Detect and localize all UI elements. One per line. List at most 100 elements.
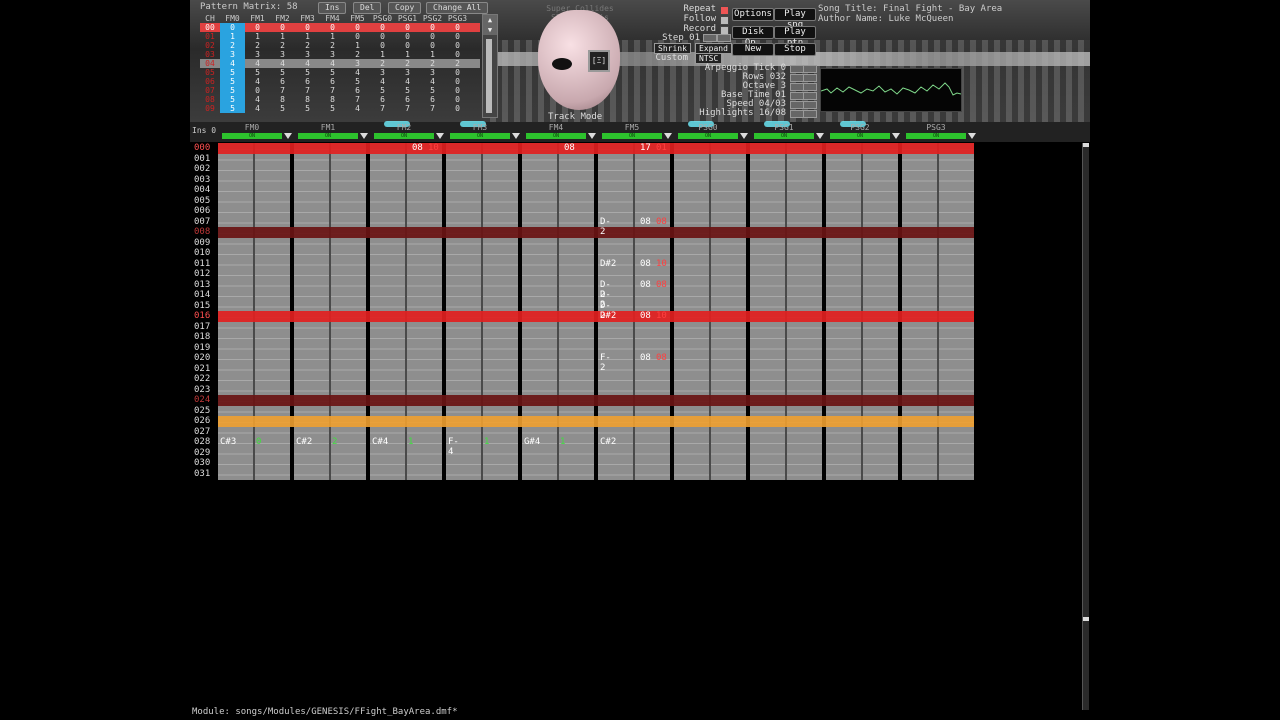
matrix-row[interactable]: 09 5 4 5 5 5 4 7 7 7 0 — [200, 104, 480, 113]
matrix-cell[interactable]: 2 — [220, 41, 245, 50]
matrix-cell[interactable]: 1 — [420, 50, 445, 59]
repeat-checkbox[interactable] — [720, 6, 729, 15]
matrix-cell[interactable]: 4 — [245, 104, 270, 113]
note-cell[interactable]: C#2 — [600, 437, 616, 447]
channel-header-fm4[interactable]: FM4 ON — [526, 123, 598, 141]
note-cell[interactable]: C#4 — [372, 437, 388, 447]
matrix-del-button[interactable]: Del — [353, 2, 382, 14]
note-cell[interactable]: 08 — [564, 143, 575, 153]
note-cell[interactable]: G#4 — [524, 437, 540, 447]
note-cell[interactable]: 10 — [428, 143, 439, 153]
channel-on-toggle[interactable]: ON — [754, 133, 814, 139]
speed-up-button[interactable] — [803, 101, 817, 109]
matrix-scroll-track[interactable] — [486, 39, 492, 113]
channel-header-psg2[interactable]: PSG2 ON — [830, 121, 902, 141]
note-cell[interactable]: 1 — [560, 437, 565, 447]
matrix-cell[interactable]: 5 — [245, 68, 270, 77]
arpeggio-up-button[interactable] — [803, 65, 817, 73]
matrix-cell[interactable]: 2 — [445, 59, 470, 68]
matrix-cell[interactable]: 5 — [220, 86, 245, 95]
matrix-cell[interactable]: 01 — [200, 32, 220, 41]
matrix-cell[interactable]: 1 — [395, 50, 420, 59]
matrix-cell[interactable]: 0 — [395, 23, 420, 32]
matrix-cell[interactable]: 5 — [395, 86, 420, 95]
matrix-cell[interactable]: 0 — [245, 86, 270, 95]
matrix-cell[interactable]: 5 — [345, 77, 370, 86]
matrix-cell[interactable]: 2 — [320, 41, 345, 50]
matrix-cell[interactable]: 4 — [295, 59, 320, 68]
matrix-cell[interactable]: 4 — [320, 59, 345, 68]
matrix-cell[interactable]: 5 — [295, 104, 320, 113]
matrix-cell[interactable]: 09 — [200, 104, 220, 113]
octave-down-button[interactable] — [790, 83, 804, 91]
matrix-cell[interactable]: 0 — [420, 32, 445, 41]
matrix-cell[interactable]: 2 — [345, 50, 370, 59]
matrix-cell[interactable]: 2 — [295, 41, 320, 50]
matrix-cell[interactable]: 4 — [220, 59, 245, 68]
note-cell[interactable]: 08 — [656, 353, 667, 363]
note-cell[interactable]: 17 — [640, 143, 651, 153]
author-name[interactable]: Author Name: Luke McQueen — [818, 14, 1002, 24]
matrix-cell[interactable]: 4 — [270, 59, 295, 68]
matrix-cell[interactable]: 0 — [370, 41, 395, 50]
scroll-down-icon[interactable]: ▼ — [483, 25, 497, 35]
matrix-cell[interactable]: 6 — [370, 95, 395, 104]
rows-down-button[interactable] — [790, 74, 804, 82]
highlights-down-button[interactable] — [790, 110, 804, 118]
channel-on-toggle[interactable]: ON — [678, 133, 738, 139]
matrix-cell[interactable]: 6 — [295, 77, 320, 86]
note-cell[interactable]: C#2 — [296, 437, 312, 447]
matrix-cell[interactable]: 8 — [295, 95, 320, 104]
octave-up-button[interactable] — [803, 83, 817, 91]
channel-menu-icon[interactable] — [968, 133, 976, 139]
note-cell[interactable]: D-2 — [600, 301, 611, 321]
matrix-change-all-button[interactable]: Change All — [426, 2, 489, 14]
stop-button[interactable]: Stop — [774, 43, 816, 56]
matrix-cell[interactable]: 6 — [345, 86, 370, 95]
matrix-cell[interactable]: 0 — [445, 50, 470, 59]
matrix-cell[interactable]: 00 — [200, 23, 220, 32]
matrix-cell[interactable]: 5 — [220, 95, 245, 104]
note-cell[interactable]: F-2 — [600, 353, 611, 373]
matrix-cell[interactable]: 4 — [395, 77, 420, 86]
matrix-cell[interactable]: 5 — [370, 86, 395, 95]
matrix-row[interactable]: 07 5 0 7 7 7 6 5 5 5 0 — [200, 86, 480, 95]
note-cell[interactable]: 08 — [640, 259, 651, 269]
note-cell[interactable]: 0 — [256, 437, 261, 447]
matrix-cell[interactable]: 0 — [445, 104, 470, 113]
matrix-cell[interactable]: 1 — [220, 32, 245, 41]
channel-on-toggle[interactable]: ON — [526, 133, 586, 139]
matrix-cell[interactable]: 1 — [295, 32, 320, 41]
pattern-matrix-grid[interactable]: CH FM0 FM1 FM2 FM3 FM4 FM5 PSG0 PSG1 PSG2 PSG3 00 0 0… — [200, 14, 480, 113]
note-cell[interactable]: 08 — [656, 217, 667, 227]
matrix-cell[interactable]: 2 — [420, 59, 445, 68]
matrix-cell[interactable]: 0 — [445, 68, 470, 77]
matrix-cell[interactable]: 3 — [420, 68, 445, 77]
matrix-cell[interactable]: 2 — [370, 59, 395, 68]
note-cell[interactable]: 08 — [640, 280, 651, 290]
speed-down-button[interactable] — [790, 101, 804, 109]
matrix-cell[interactable]: 3 — [345, 59, 370, 68]
channel-on-toggle[interactable]: ON — [222, 133, 282, 139]
channel-header-psg1[interactable]: PSG1 ON — [754, 121, 826, 141]
matrix-cell[interactable]: 3 — [270, 50, 295, 59]
matrix-cell[interactable]: 02 — [200, 41, 220, 50]
matrix-cell[interactable]: 06 — [200, 77, 220, 86]
matrix-cell[interactable]: 8 — [270, 95, 295, 104]
channel-menu-icon[interactable] — [284, 133, 292, 139]
matrix-cell[interactable]: 0 — [270, 23, 295, 32]
matrix-cell[interactable]: 0 — [320, 23, 345, 32]
pattern-scrollbar[interactable] — [1082, 143, 1089, 710]
matrix-cell[interactable]: 6 — [270, 77, 295, 86]
highlights-up-button[interactable] — [803, 110, 817, 118]
matrix-cell[interactable]: 5 — [320, 68, 345, 77]
matrix-cell[interactable]: 07 — [200, 86, 220, 95]
note-cell[interactable]: D-2 — [600, 290, 611, 310]
matrix-cell[interactable]: 0 — [345, 23, 370, 32]
matrix-ins-button[interactable]: Ins — [318, 2, 347, 14]
matrix-cell[interactable]: 4 — [245, 95, 270, 104]
play-pattern-button[interactable]: Play ptn — [774, 26, 816, 48]
matrix-row[interactable]: 01 1 1 1 1 1 0 0 0 0 0 — [200, 32, 480, 41]
matrix-cell[interactable]: 2 — [245, 41, 270, 50]
matrix-cell[interactable]: 7 — [370, 104, 395, 113]
